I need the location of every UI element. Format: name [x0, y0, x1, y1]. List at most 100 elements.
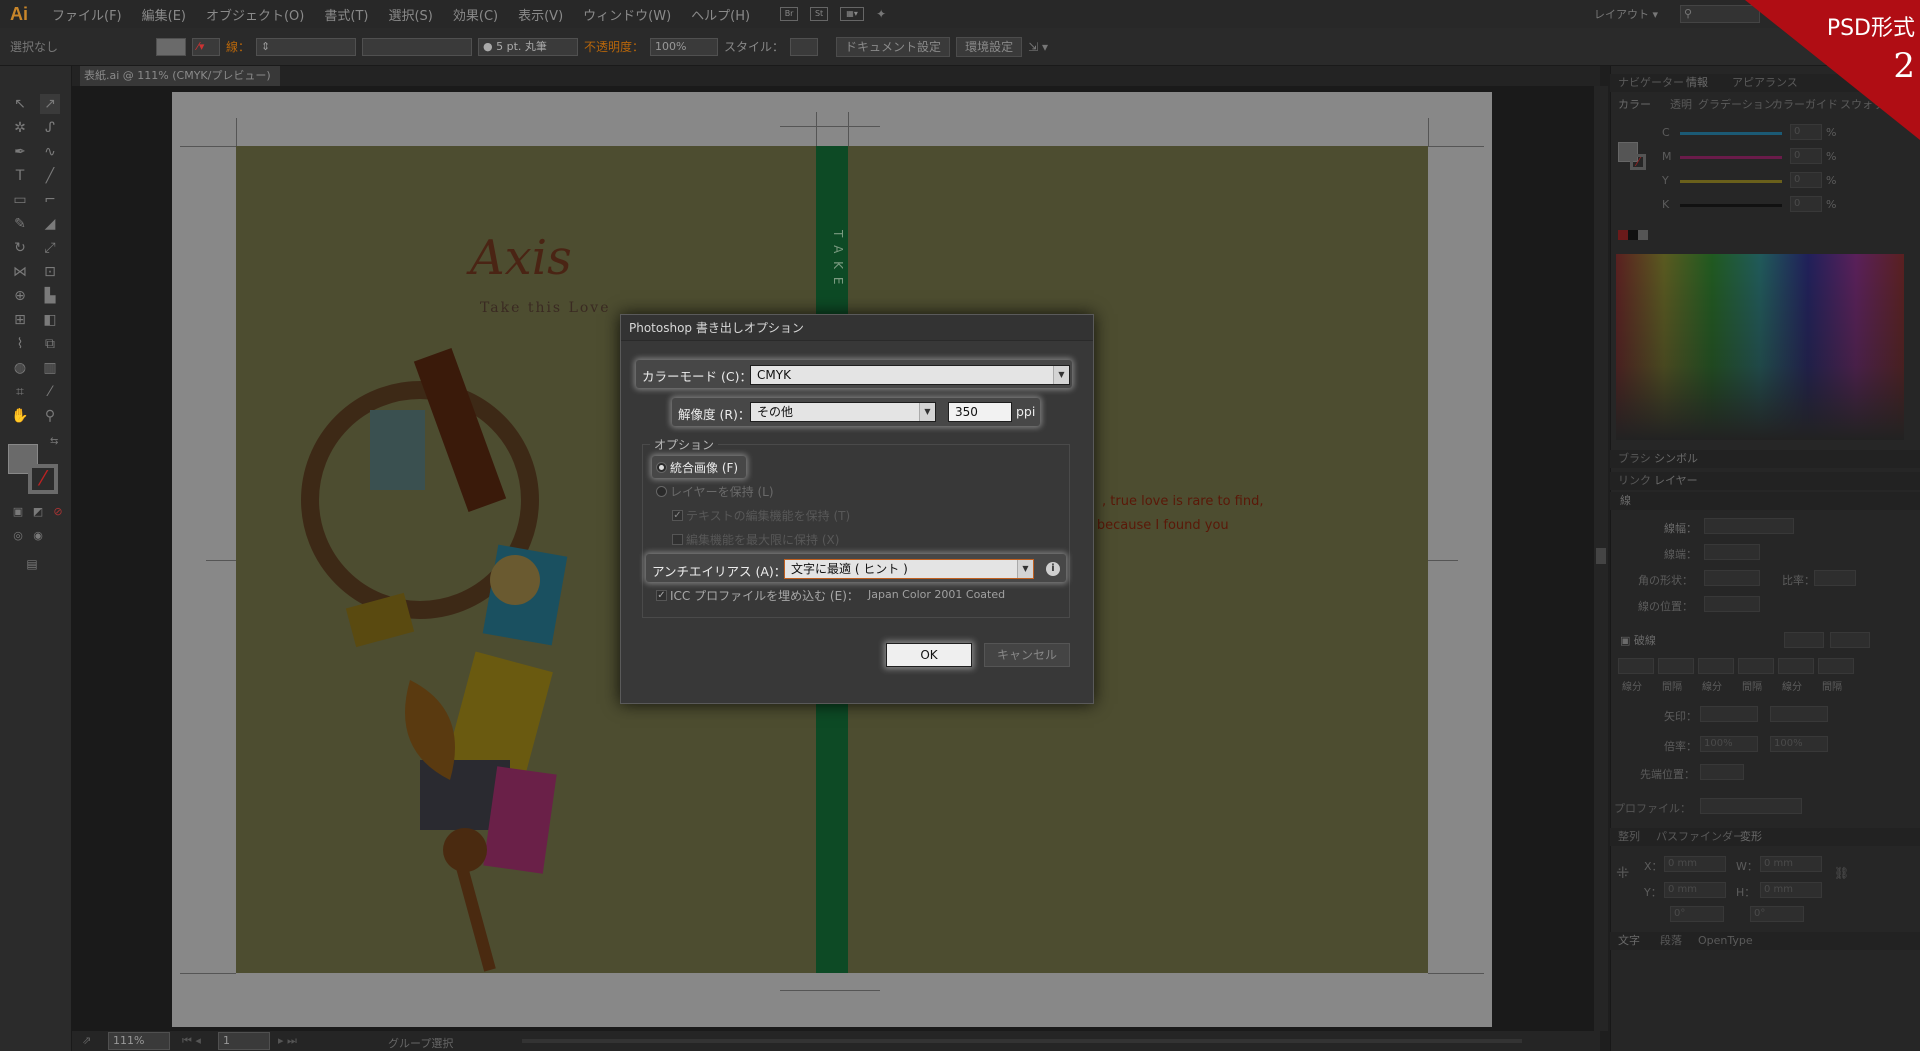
brush-dropdown[interactable]: ● 5 pt. 丸筆 — [478, 37, 579, 56]
keep-layers-radio[interactable] — [656, 486, 667, 497]
gradient-mode-icon[interactable]: ◩ — [28, 502, 48, 522]
tab-pathfinder[interactable]: パスファインダー — [1656, 828, 1744, 846]
yellow-value[interactable]: 0 — [1790, 172, 1822, 188]
direct-selection-tool-icon[interactable]: ↗ — [40, 94, 60, 114]
draw-mode-icon[interactable]: ◎ — [8, 526, 28, 546]
stroke-color-box[interactable]: ⁄ — [28, 464, 58, 494]
menu-file[interactable]: ファイル(F) — [42, 5, 132, 24]
zoom-tool-icon[interactable]: ⚲ — [40, 406, 60, 426]
shape-builder-icon[interactable]: ⊕ — [10, 286, 30, 306]
menu-effect[interactable]: 効果(C) — [443, 5, 508, 24]
tab-color[interactable]: カラー — [1618, 96, 1651, 114]
eyedropper-icon[interactable]: ⌇ — [10, 334, 30, 354]
magic-wand-icon[interactable]: ✲ — [10, 118, 30, 138]
h-input[interactable]: 0 mm — [1760, 882, 1822, 898]
profile-dropdown[interactable] — [1700, 798, 1802, 814]
share-icon[interactable]: ⇗ — [82, 1034, 91, 1047]
gradient-tool-icon[interactable]: ◧ — [40, 310, 60, 330]
scale-end-input[interactable]: 100% — [1770, 736, 1828, 752]
vertical-scroll-thumb[interactable] — [1596, 548, 1606, 564]
blend-tool-icon[interactable]: ⧉ — [40, 334, 60, 354]
tab-symbols[interactable]: シンボル — [1654, 450, 1698, 468]
tab-color-guide[interactable]: カラーガイド — [1772, 96, 1838, 114]
max-edit-label[interactable]: 編集機能を最大限に保持 (X) — [686, 531, 839, 548]
shear-angle-input[interactable]: 0° — [1750, 906, 1804, 922]
dash-align-right[interactable] — [1830, 632, 1870, 648]
tab-transparency[interactable]: 透明 — [1670, 96, 1692, 114]
line-tool-icon[interactable]: ╱ — [40, 166, 60, 186]
opacity-label[interactable]: 不透明度： — [584, 38, 644, 55]
rotate-tool-icon[interactable]: ↻ — [10, 238, 30, 258]
dash-checkbox-label[interactable]: ▣ 破線 — [1620, 632, 1656, 648]
document-setup-button[interactable]: ドキュメント設定 — [836, 36, 951, 57]
horizontal-scrollbar[interactable] — [522, 1039, 1522, 1043]
tab-transform[interactable]: 変形 — [1740, 828, 1762, 846]
icc-checkbox[interactable]: ✓ — [656, 590, 667, 601]
screen-mode-icon[interactable]: ▤ — [22, 554, 42, 574]
tab-gradient[interactable]: グラデーション — [1698, 96, 1775, 114]
slice-tool-icon[interactable]: ⁄ — [40, 382, 60, 402]
tab-info[interactable]: 情報 — [1686, 74, 1708, 92]
cap-buttons[interactable] — [1704, 544, 1760, 560]
dash-align-left[interactable] — [1784, 632, 1824, 648]
selection-tool-icon[interactable]: ↖ — [10, 94, 30, 114]
ppi-input[interactable]: 350 — [948, 402, 1012, 422]
yellow-slider[interactable] — [1680, 180, 1782, 183]
draw-behind-icon[interactable]: ◉ — [28, 526, 48, 546]
max-edit-checkbox[interactable] — [672, 534, 683, 545]
lasso-icon[interactable]: ᔑ — [40, 118, 60, 138]
tab-character[interactable]: 文字 — [1618, 932, 1640, 950]
color-mode-dropdown[interactable]: CMYK ▼ — [750, 365, 1070, 385]
constrain-link-icon[interactable]: ⛓ — [1834, 866, 1849, 880]
magenta-slider[interactable] — [1680, 156, 1782, 159]
rotate-angle-input[interactable]: 0° — [1670, 906, 1724, 922]
status-mode[interactable]: グループ選択 — [388, 1035, 453, 1051]
keep-text-label[interactable]: テキストの編集機能を保持 (T) — [686, 507, 850, 524]
arrowhead-start-dropdown[interactable] — [1700, 706, 1758, 722]
preferences-button[interactable]: 環境設定 — [956, 36, 1023, 57]
ratio-input[interactable] — [1814, 570, 1856, 586]
tab-navigator[interactable]: ナビゲーター — [1618, 74, 1684, 92]
style-dropdown[interactable] — [790, 37, 819, 56]
cancel-button[interactable]: キャンセル — [984, 643, 1070, 667]
graph-tool-icon[interactable]: ▥ — [40, 358, 60, 378]
variable-width-dropdown[interactable] — [362, 37, 473, 56]
dash-input[interactable] — [1698, 658, 1734, 674]
hand-tool-icon[interactable]: ✋ — [10, 406, 30, 426]
search-input[interactable]: ⚲ — [1680, 5, 1760, 23]
arrange-docs-icon[interactable]: ▦▾ — [840, 7, 865, 21]
corner-buttons[interactable] — [1704, 570, 1760, 586]
type-tool-icon[interactable]: T — [10, 166, 30, 186]
stroke-weight-field[interactable]: ⇕ — [256, 37, 357, 56]
vertical-scrollbar[interactable] — [1594, 86, 1608, 1031]
symbol-sprayer-icon[interactable]: ◍ — [10, 358, 30, 378]
rectangle-tool-icon[interactable]: ▭ — [10, 190, 30, 210]
menu-select[interactable]: 選択(S) — [378, 5, 442, 24]
menu-type[interactable]: 書式(T) — [314, 5, 378, 24]
scale-start-input[interactable]: 100% — [1700, 736, 1758, 752]
arrow-align-buttons[interactable] — [1700, 764, 1744, 780]
black-slider[interactable] — [1680, 204, 1782, 207]
tab-stroke[interactable]: 線 — [1620, 492, 1631, 510]
menu-window[interactable]: ウィンドウ(W) — [573, 5, 681, 24]
stock-icon[interactable]: St — [810, 7, 829, 21]
menu-object[interactable]: オブジェクト(O) — [196, 5, 314, 24]
quick-swatches[interactable] — [1618, 230, 1648, 240]
tab-align[interactable]: 整列 — [1618, 828, 1640, 846]
artboard-tool-icon[interactable]: ⌗ — [10, 382, 30, 402]
tab-layers[interactable]: レイヤー — [1654, 472, 1698, 490]
bridge-icon[interactable]: Br — [780, 7, 799, 21]
workspace-switcher[interactable]: レイアウト ▾ — [1594, 6, 1658, 22]
panel-stroke-swatch[interactable]: ⁄ — [1630, 154, 1646, 170]
flat-image-radio[interactable] — [656, 462, 667, 473]
menu-view[interactable]: 表示(V) — [508, 5, 573, 24]
w-input[interactable]: 0 mm — [1760, 856, 1822, 872]
menu-help[interactable]: ヘルプ(H) — [681, 5, 760, 24]
reference-point-icon[interactable]: ⁜ — [1616, 864, 1634, 882]
perspective-grid-icon[interactable]: ▙ — [40, 286, 60, 306]
flat-image-label[interactable]: 統合画像 (F) — [670, 459, 738, 476]
stroke-weight-input[interactable] — [1704, 518, 1794, 534]
width-tool-icon[interactable]: ⋈ — [10, 262, 30, 282]
tab-links[interactable]: リンク — [1618, 472, 1651, 490]
menu-edit[interactable]: 編集(E) — [132, 5, 196, 24]
